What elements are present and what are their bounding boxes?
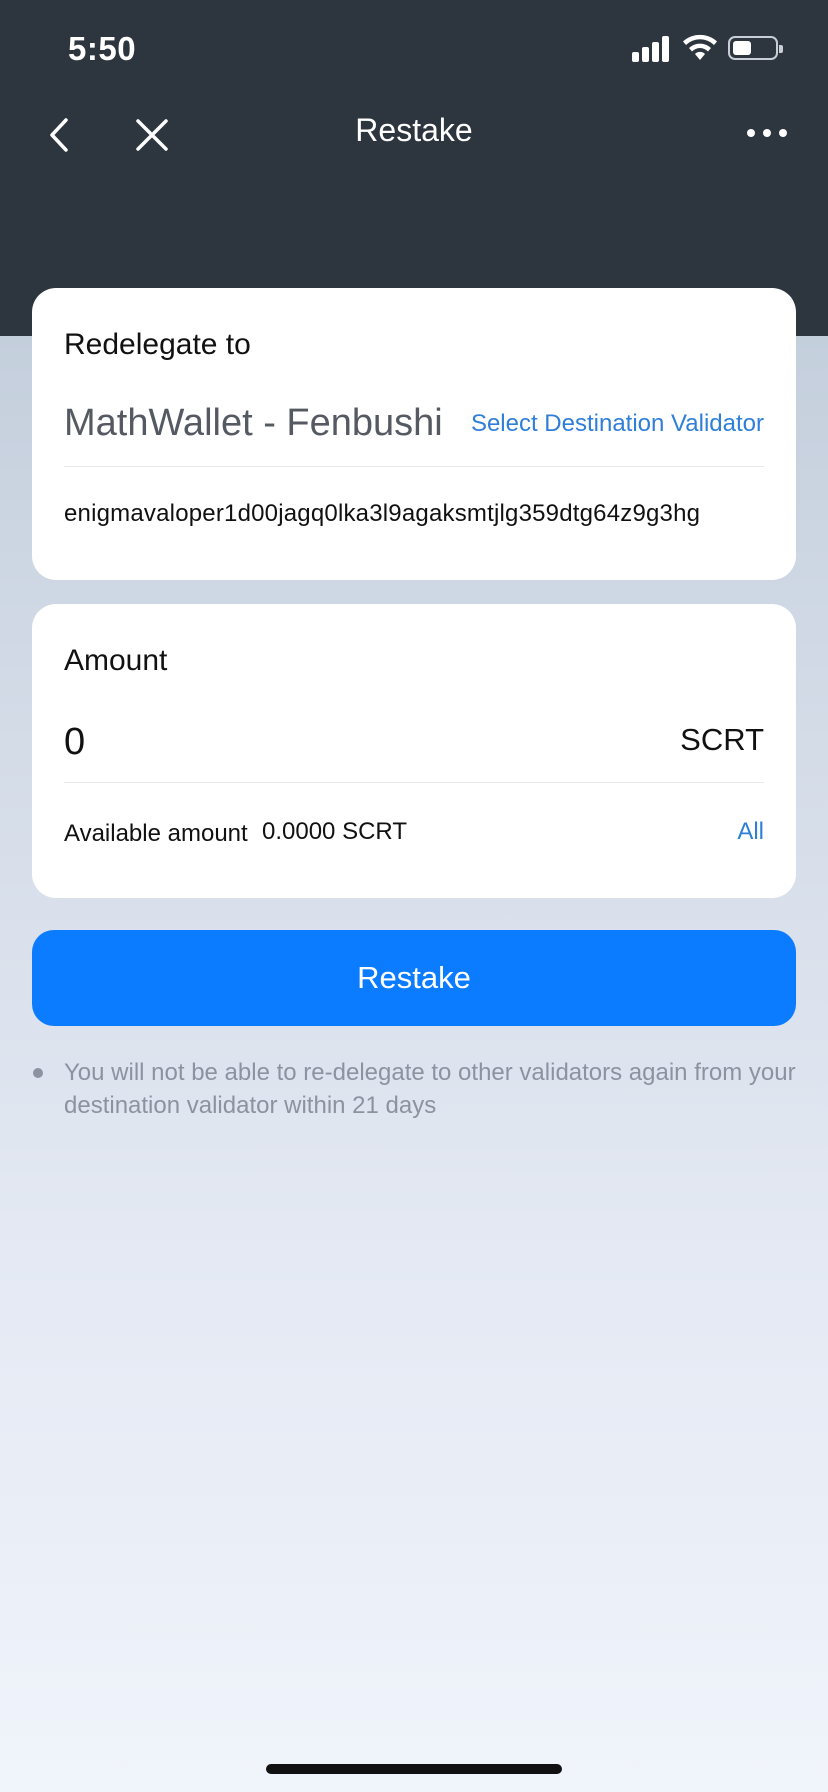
validator-name: MathWallet - Fenbushi bbox=[64, 402, 443, 444]
status-time: 5:50 bbox=[68, 30, 137, 67]
back-icon[interactable] bbox=[40, 110, 80, 160]
redelegate-label: Redelegate to bbox=[64, 328, 251, 361]
status-icons bbox=[632, 32, 792, 66]
amount-card: Amount SCRT Available amount 0.0000 SCRT… bbox=[32, 604, 796, 898]
validator-address: enigmavaloper1d00jagq0lka3l9agaksmtjlg35… bbox=[64, 500, 701, 527]
restake-button[interactable]: Restake bbox=[32, 930, 796, 1026]
available-amount-label: Available amount bbox=[64, 820, 248, 847]
cellular-signal-icon bbox=[632, 36, 672, 62]
amount-label: Amount bbox=[64, 644, 168, 677]
all-amount-button[interactable]: All bbox=[737, 818, 764, 846]
status-bar: 5:50 bbox=[0, 0, 828, 100]
divider bbox=[64, 466, 764, 467]
home-indicator bbox=[266, 1764, 562, 1774]
redelegate-card: Redelegate to MathWallet - Fenbushi Sele… bbox=[32, 288, 796, 580]
redelegate-notice: You will not be able to re-delegate to o… bbox=[64, 1059, 796, 1119]
amount-input[interactable] bbox=[64, 714, 584, 770]
bullet-icon bbox=[33, 1068, 43, 1078]
divider bbox=[64, 782, 764, 783]
select-destination-validator-link[interactable]: Select Destination Validator bbox=[471, 410, 764, 438]
more-options-icon[interactable] bbox=[742, 118, 792, 148]
amount-unit: SCRT bbox=[680, 722, 764, 757]
battery-icon bbox=[728, 36, 783, 60]
close-icon[interactable] bbox=[130, 110, 174, 160]
wifi-icon bbox=[683, 34, 717, 60]
available-amount-value: 0.0000 SCRT bbox=[262, 818, 407, 845]
